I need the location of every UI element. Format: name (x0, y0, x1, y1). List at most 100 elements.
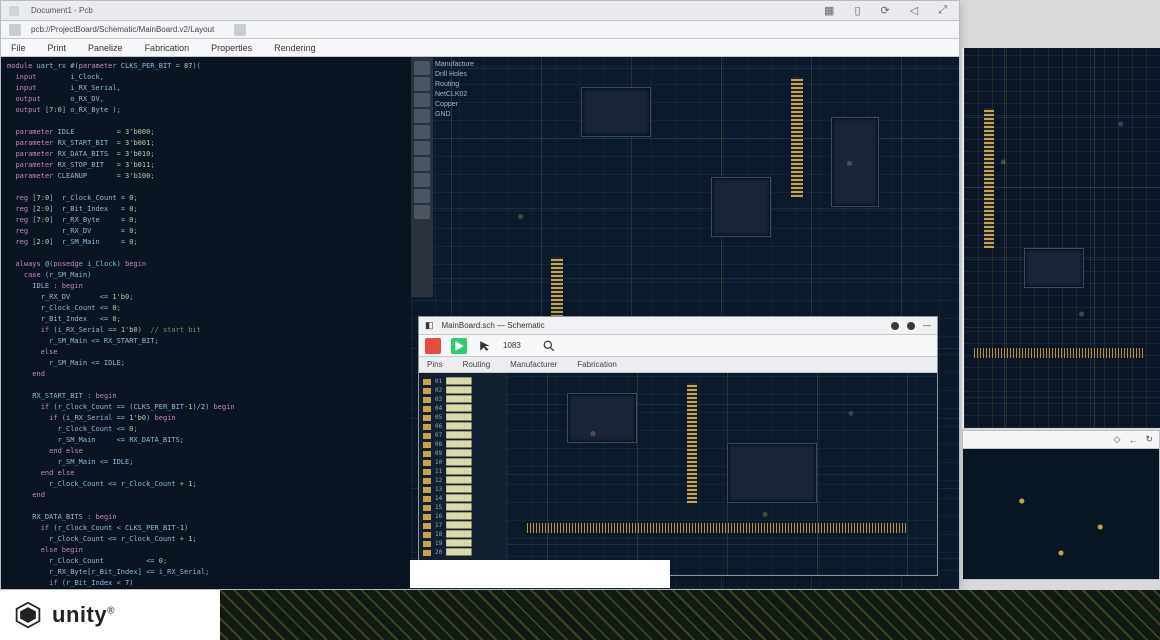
app-icon (9, 6, 19, 16)
sub-tab-fab[interactable]: Fabrication (577, 360, 617, 369)
more-icon[interactable] (234, 24, 246, 36)
side-label: Routing (435, 81, 474, 88)
side-label: Manufacture (435, 61, 474, 68)
expand-icon[interactable]: ⤢ (934, 4, 951, 17)
search-icon[interactable] (541, 338, 557, 354)
right-pcb-strip (962, 48, 1160, 428)
sub-window: ◧ MainBoard.sch — Schematic — 1083 Pins … (418, 316, 938, 576)
menu-fabrication[interactable]: Fabrication (145, 43, 190, 53)
gap-filler (410, 560, 670, 588)
stop-icon[interactable] (425, 338, 441, 354)
gutter-row[interactable]: 08███████ (423, 440, 503, 449)
main-menubar: File Print Panelize Fabrication Properti… (1, 39, 959, 57)
pcb-side-labels: Manufacture Drill Holes Routing NetCLK02… (435, 61, 474, 118)
sub-body: 01███████02███████03███████04███████05██… (419, 373, 937, 575)
sub-dot-icon[interactable] (907, 322, 915, 330)
mini-reload-icon[interactable]: ↻ (1145, 434, 1153, 445)
gutter-row[interactable]: 19███████ (423, 539, 503, 548)
sub-window-title: MainBoard.sch — Schematic (442, 321, 545, 330)
gutter-row[interactable]: 06███████ (423, 422, 503, 431)
gutter-row[interactable]: 07███████ (423, 431, 503, 440)
sub-min-icon[interactable]: — (923, 321, 931, 330)
gutter-row[interactable]: 09███████ (423, 449, 503, 458)
tool-pad-icon[interactable] (414, 109, 430, 123)
pcb-trace (974, 348, 1144, 358)
gutter-row[interactable]: 13███████ (423, 485, 503, 494)
unity-logo-icon (14, 601, 42, 629)
sub-tabbar: Pins Routing Manufacturer Fabrication (419, 357, 937, 373)
sub-tab-mfr[interactable]: Manufacturer (510, 360, 557, 369)
pcb-connector (791, 77, 803, 197)
grid-icon[interactable]: ▦ (820, 4, 838, 17)
pcb-chip (711, 177, 771, 237)
menu-file[interactable]: File (11, 43, 26, 53)
sub-gutter[interactable]: 01███████02███████03███████04███████05██… (419, 373, 507, 575)
mini-back-icon[interactable]: ← (1128, 435, 1137, 445)
right-mini-panel: ◇ ← ↻ (962, 430, 1160, 580)
sub-pcb-view[interactable] (507, 373, 937, 575)
mini-pcb-view[interactable] (963, 449, 1159, 579)
side-label: NetCLK02 (435, 91, 474, 98)
gutter-row[interactable]: 10███████ (423, 458, 503, 467)
pcb-chip (831, 117, 879, 207)
pcb-connector (984, 108, 994, 248)
tool-drc-icon[interactable] (414, 173, 430, 187)
gutter-row[interactable]: 17███████ (423, 521, 503, 530)
sub-toolbar: 1083 (419, 335, 937, 357)
pcb-connector (687, 383, 697, 503)
gutter-row[interactable]: 04███████ (423, 404, 503, 413)
tool-via-icon[interactable] (414, 93, 430, 107)
gutter-row[interactable]: 03███████ (423, 395, 503, 404)
toolbar-count: 1083 (503, 341, 521, 350)
menu-rendering[interactable]: Rendering (274, 43, 316, 53)
side-label: Drill Holes (435, 71, 474, 78)
tool-zone-icon[interactable] (414, 157, 430, 171)
pcb-trace (527, 523, 907, 533)
gutter-row[interactable]: 15███████ (423, 503, 503, 512)
gutter-row[interactable]: 05███████ (423, 413, 503, 422)
menu-panelize[interactable]: Panelize (88, 43, 123, 53)
sub-dot-icon[interactable] (891, 322, 899, 330)
gutter-row[interactable]: 18███████ (423, 530, 503, 539)
code-editor[interactable]: module uart_rx #(parameter CLKS_PER_BIT … (1, 57, 411, 589)
gutter-row[interactable]: 12███████ (423, 476, 503, 485)
pcb-chip (1024, 248, 1084, 288)
pcb-chip (567, 393, 637, 443)
device-icon[interactable]: ▯ (850, 4, 864, 17)
mini-shape-icon[interactable]: ◇ (1114, 434, 1121, 445)
menu-properties[interactable]: Properties (211, 43, 252, 53)
tool-route-icon[interactable] (414, 77, 430, 91)
gutter-row[interactable]: 14███████ (423, 494, 503, 503)
side-label: GND (435, 111, 474, 118)
pcb-chip (581, 87, 651, 137)
sync-icon[interactable]: ⟳ (877, 4, 894, 17)
tool-text-icon[interactable] (414, 125, 430, 139)
back-icon[interactable]: ◁ (906, 4, 922, 17)
gutter-row[interactable]: 01███████ (423, 377, 503, 386)
sub-tab-pins[interactable]: Pins (427, 360, 443, 369)
window-title: Document1 - Pcb (31, 6, 93, 15)
gutter-row[interactable]: 16███████ (423, 512, 503, 521)
footer-brand-card: unity® (0, 590, 220, 640)
gutter-row[interactable]: 20███████ (423, 548, 503, 557)
pcb-chip (727, 443, 817, 503)
address-bar: pcb://ProjectBoard/Schematic/MainBoard.v… (1, 21, 959, 39)
tool-3d-icon[interactable] (414, 205, 430, 219)
menu-print[interactable]: Print (48, 43, 67, 53)
tool-layers-icon[interactable] (414, 189, 430, 203)
side-label: Copper (435, 101, 474, 108)
run-icon[interactable] (451, 338, 467, 354)
address-text[interactable]: pcb://ProjectBoard/Schematic/MainBoard.v… (31, 25, 214, 34)
gutter-row[interactable]: 02███████ (423, 386, 503, 395)
pcb-tool-strip (411, 57, 433, 297)
sub-tab-routing[interactable]: Routing (463, 360, 491, 369)
tool-select-icon[interactable] (414, 61, 430, 75)
sub-titlebar: ◧ MainBoard.sch — Schematic — (419, 317, 937, 335)
cursor-icon[interactable] (477, 338, 493, 354)
footer-brand-text: unity® (52, 602, 115, 628)
tool-measure-icon[interactable] (414, 141, 430, 155)
main-titlebar: Document1 - Pcb ▦ ▯ ⟳ ◁ ⤢ (1, 1, 959, 21)
gutter-row[interactable]: 11███████ (423, 467, 503, 476)
lock-icon (9, 24, 21, 36)
mini-toolbar: ◇ ← ↻ (963, 431, 1159, 449)
